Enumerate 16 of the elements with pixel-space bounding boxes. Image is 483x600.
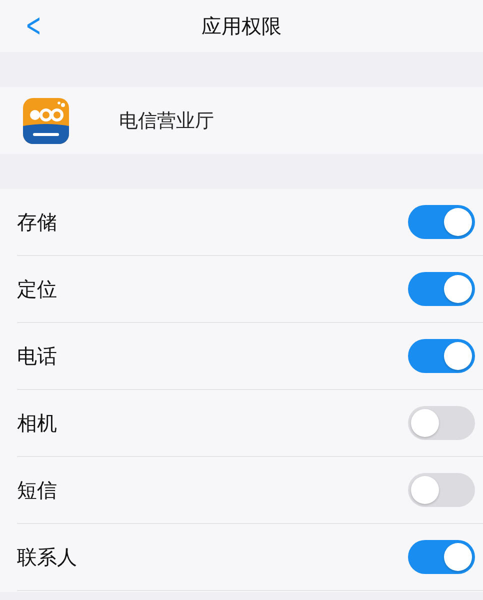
app-name: 电信营业厅: [119, 108, 214, 134]
page-title: 应用权限: [202, 12, 282, 40]
permission-label: 短信: [17, 476, 57, 504]
permission-label: 电话: [17, 342, 57, 370]
toggle-switch[interactable]: [408, 473, 475, 507]
toggle-switch[interactable]: [408, 540, 475, 574]
app-icon: [23, 98, 69, 144]
back-button[interactable]: <: [22, 6, 46, 44]
permission-label: 联系人: [17, 544, 77, 570]
toggle-switch[interactable]: [408, 406, 475, 440]
permission-label: 相机: [17, 410, 57, 436]
permission-label: 定位: [17, 276, 57, 302]
permission-label: 存储: [17, 208, 57, 236]
toggle-switch[interactable]: [408, 272, 475, 306]
toggle-switch[interactable]: [408, 205, 475, 239]
toggle-switch[interactable]: [408, 339, 475, 373]
